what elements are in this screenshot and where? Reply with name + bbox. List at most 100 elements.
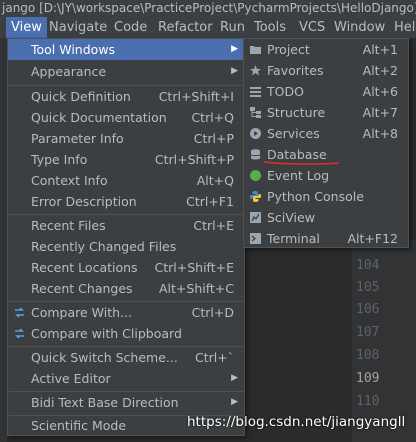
menu-item-compare-with[interactable]: Compare With... Ctrl+D: [8, 302, 244, 323]
menu-item-label: Structure: [267, 105, 326, 120]
menu-item-label: Context Info: [31, 173, 108, 188]
menu-item-label: TODO: [267, 84, 304, 99]
menu-item-shortcut: Alt+Q: [196, 173, 234, 188]
star-icon: [250, 65, 261, 76]
menu-item-shortcut: Alt+Shift+C: [158, 281, 234, 296]
menu-item-bidi[interactable]: Bidi Text Base Direction ▶: [8, 392, 244, 413]
menu-item-label: Terminal: [267, 231, 320, 246]
menu-navigate[interactable]: Navigate: [49, 17, 107, 38]
window-title: jango [D:\JY\workspace\PracticeProject\P…: [0, 0, 416, 17]
tool-window-event-log[interactable]: Event Log: [244, 165, 408, 186]
tool-window-favorites[interactable]: Favorites Alt+2: [244, 60, 408, 81]
watermark: https://blog.csdn.net/jiangyangll: [187, 414, 406, 430]
menu-item-label: Tool Windows: [31, 42, 116, 57]
menu-item-label: Bidi Text Base Direction: [31, 395, 179, 410]
menu-item-quick-definition[interactable]: Quick Definition Ctrl+Shift+I: [8, 86, 244, 107]
menu-item-shortcut: Alt+6: [362, 84, 398, 99]
menu-item-shortcut: Ctrl+Shift+I: [158, 89, 234, 104]
menu-item-error-description[interactable]: Error Description Ctrl+F1: [8, 191, 244, 212]
menu-item-tool-windows[interactable]: Tool Windows ▶: [8, 39, 244, 60]
menu-item-label: Active Editor: [31, 371, 111, 386]
menu-code[interactable]: Code: [114, 17, 147, 38]
menu-item-label: Recent Changes: [31, 281, 133, 296]
line-number: 105: [356, 280, 380, 295]
menu-item-label: Quick Switch Scheme...: [31, 350, 178, 365]
menu-item-shortcut: Alt+F12: [347, 231, 399, 246]
submenu-arrow-icon: ▶: [231, 44, 238, 54]
tool-window-sciview[interactable]: SciView: [244, 207, 408, 228]
red-underline-annotation: [263, 161, 340, 165]
tool-window-project[interactable]: Project Alt+1: [244, 39, 408, 60]
menu-view[interactable]: View: [6, 17, 47, 38]
line-number-current: 109: [356, 371, 380, 386]
menu-item-context-info[interactable]: Context Info Alt+Q: [8, 170, 244, 191]
submenu-arrow-icon: ▶: [231, 397, 238, 407]
view-menu: Tool Windows ▶ Appearance ▶ Quick Defini…: [7, 38, 245, 436]
todo-list-icon: [250, 87, 261, 97]
menu-item-recent-locations[interactable]: Recent Locations Ctrl+Shift+E: [8, 257, 244, 278]
menu-item-label: Event Log: [267, 168, 330, 183]
menu-item-appearance[interactable]: Appearance ▶: [8, 61, 244, 82]
menu-item-label: Appearance: [31, 64, 107, 79]
services-play-icon: [250, 128, 261, 139]
menu-item-label: Services: [267, 126, 320, 141]
tool-window-terminal[interactable]: Terminal Alt+F12: [244, 228, 408, 249]
menu-item-label: Error Description: [31, 194, 137, 209]
menu-item-quick-switch-scheme[interactable]: Quick Switch Scheme... Ctrl+`: [8, 347, 244, 368]
python-icon: [249, 191, 262, 202]
menu-item-shortcut: Alt+7: [362, 105, 398, 120]
menu-run[interactable]: Run: [220, 17, 245, 38]
menu-item-label: Recently Changed Files: [31, 239, 177, 254]
menu-item-label: Scientific Mode: [31, 418, 127, 433]
menu-item-compare-clipboard[interactable]: Compare with Clipboard: [8, 323, 244, 344]
menu-item-label: SciView: [267, 210, 315, 225]
tool-window-python-console[interactable]: Python Console: [244, 186, 408, 207]
menu-item-shortcut: Ctrl+E: [193, 218, 234, 233]
menu-help[interactable]: Help: [394, 17, 416, 38]
submenu-arrow-icon: ▶: [231, 66, 238, 76]
menu-item-label: Quick Documentation: [31, 110, 167, 125]
menu-item-shortcut: Ctrl+Q: [191, 110, 234, 125]
menu-item-shortcut: Ctrl+P: [193, 131, 234, 146]
menu-item-shortcut: Ctrl+F1: [186, 194, 234, 209]
sciview-icon: [250, 212, 261, 223]
submenu-arrow-icon: ▶: [231, 373, 238, 383]
menu-tools[interactable]: Tools: [254, 17, 286, 38]
line-number: 104: [356, 258, 380, 273]
menu-item-label: Parameter Info: [31, 131, 124, 146]
tool-window-structure[interactable]: Structure Alt+7: [244, 102, 408, 123]
line-number: 106: [356, 302, 380, 317]
menu-item-label: Type Info: [31, 152, 88, 167]
menu-item-shortcut: Ctrl+D: [191, 305, 234, 320]
menu-item-recent-changes[interactable]: Recent Changes Alt+Shift+C: [8, 278, 244, 299]
menu-bar: View Navigate Code Refactor Run Tools VC…: [0, 17, 416, 39]
menu-refactor[interactable]: Refactor: [158, 17, 213, 38]
menu-item-label: Python Console: [267, 189, 364, 204]
menu-item-recently-changed-files[interactable]: Recently Changed Files: [8, 236, 244, 257]
line-number: 107: [356, 325, 380, 340]
tool-windows-submenu: Project Alt+1 Favorites Alt+2 TODO Alt+6…: [243, 38, 409, 248]
menu-item-shortcut: Ctrl+Shift+E: [154, 260, 235, 275]
database-icon: [250, 149, 261, 160]
menu-item-recent-files[interactable]: Recent Files Ctrl+E: [8, 215, 244, 236]
compare-icon: [15, 307, 24, 318]
terminal-icon: [250, 233, 261, 244]
tool-window-services[interactable]: Services Alt+8: [244, 123, 408, 144]
menu-item-parameter-info[interactable]: Parameter Info Ctrl+P: [8, 128, 244, 149]
event-log-icon: [250, 170, 261, 181]
menu-item-label: Compare with Clipboard: [31, 326, 182, 341]
menu-item-active-editor[interactable]: Active Editor ▶: [8, 368, 244, 389]
menu-window[interactable]: Window: [334, 17, 385, 38]
menu-vcs[interactable]: VCS: [299, 17, 325, 38]
menu-item-shortcut: Ctrl+Shift+P: [154, 152, 234, 167]
tool-window-todo[interactable]: TODO Alt+6: [244, 81, 408, 102]
menu-item-shortcut: Alt+1: [362, 42, 398, 57]
compare-clipboard-icon: [15, 328, 24, 339]
folder-icon: [250, 46, 261, 54]
menu-item-quick-documentation[interactable]: Quick Documentation Ctrl+Q: [8, 107, 244, 128]
menu-item-shortcut: Alt+2: [362, 63, 398, 78]
menu-item-type-info[interactable]: Type Info Ctrl+Shift+P: [8, 149, 244, 170]
menu-item-label: Recent Locations: [31, 260, 138, 275]
line-number: 108: [356, 348, 380, 363]
menu-item-label: Project: [267, 42, 310, 57]
